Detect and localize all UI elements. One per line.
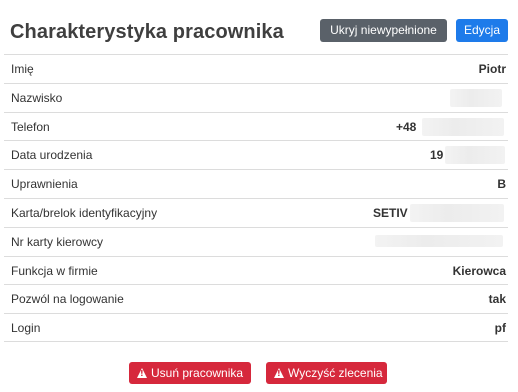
hide-empty-button[interactable]: Ukryj niewypełnione bbox=[320, 19, 447, 42]
field-label: Pozwól na logowanie bbox=[11, 292, 124, 307]
redacted-value bbox=[445, 146, 505, 165]
field-row-licenses: Uprawnienia B bbox=[4, 169, 508, 198]
field-label: Nr karty kierowcy bbox=[11, 234, 104, 249]
field-value: Kierowca bbox=[452, 263, 506, 278]
field-value: B bbox=[497, 177, 506, 192]
field-label: Imię bbox=[11, 62, 34, 76]
field-label: Telefon bbox=[11, 119, 50, 134]
field-value: SETIV bbox=[373, 205, 408, 220]
field-row-allow-login: Pozwól na logowanie tak bbox=[4, 284, 508, 313]
field-label: Data urodzenia bbox=[11, 148, 93, 163]
field-label: Nazwisko bbox=[11, 90, 63, 105]
delete-employee-label: Usuń pracownika bbox=[151, 366, 244, 380]
warning-icon bbox=[274, 368, 284, 378]
field-label: Karta/brelok identyfikacyjny bbox=[11, 205, 158, 220]
field-row-driver-card: Nr karty kierowcy bbox=[4, 226, 508, 256]
redacted-value bbox=[375, 234, 503, 247]
field-value: Piotr bbox=[478, 62, 506, 76]
field-row-id-card: Karta/brelok identyfikacyjny SETIV bbox=[4, 197, 508, 227]
edit-button[interactable]: Edycja bbox=[456, 19, 508, 42]
field-row-last-name: Nazwisko bbox=[4, 82, 508, 112]
field-row-birth-date: Data urodzenia 19 bbox=[4, 140, 508, 169]
employee-details-table: Imię Piotr Nazwisko +48 Telefon Data uro… bbox=[4, 54, 508, 342]
redacted-value bbox=[422, 117, 504, 136]
field-value: +48 bbox=[396, 119, 417, 134]
field-label: Funkcja w firmie bbox=[11, 263, 98, 278]
redacted-value bbox=[450, 88, 502, 107]
field-label: Uprawnienia bbox=[11, 177, 78, 192]
clear-orders-button[interactable]: Wyczyść zlecenia bbox=[266, 362, 387, 384]
field-label: Login bbox=[11, 321, 41, 336]
clear-orders-label: Wyczyść zlecenia bbox=[288, 366, 383, 380]
warning-icon bbox=[137, 368, 147, 378]
field-row-phone: +48 Telefon bbox=[4, 111, 508, 141]
delete-employee-button[interactable]: Usuń pracownika bbox=[129, 362, 251, 384]
field-value: 19 bbox=[430, 148, 444, 163]
field-row-first-name: Imię Piotr bbox=[4, 54, 508, 83]
card-header: Charakterystyka pracownika Ukryj niewype… bbox=[0, 0, 518, 54]
field-row-login: Login pf bbox=[4, 313, 508, 342]
field-value: pf bbox=[494, 321, 506, 336]
redacted-value bbox=[410, 203, 504, 222]
page-title: Charakterystyka pracownika bbox=[10, 21, 284, 43]
field-value: tak bbox=[488, 292, 506, 307]
field-row-job-function: Funkcja w firmie Kierowca bbox=[4, 255, 508, 285]
